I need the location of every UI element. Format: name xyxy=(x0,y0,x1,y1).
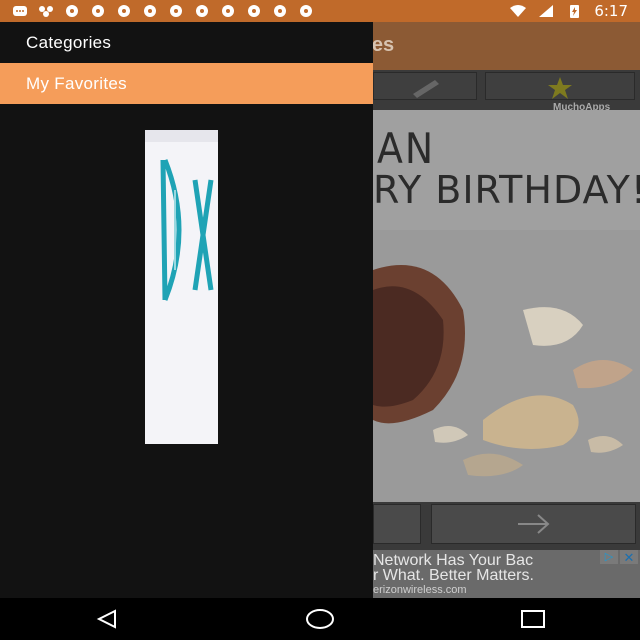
soccer-ball-icon xyxy=(222,5,234,17)
soccer-ball-icon xyxy=(144,5,156,17)
back-icon xyxy=(96,609,116,629)
star-icon xyxy=(548,77,572,99)
navigation-drawer: Categories My Favorites xyxy=(0,22,373,598)
notification-icons xyxy=(12,4,314,18)
home-icon xyxy=(305,609,334,629)
broken-egg-image xyxy=(373,230,640,502)
soccer-ball-icon xyxy=(66,5,78,17)
clock: 6:17 xyxy=(594,2,628,20)
system-navigation-bar xyxy=(0,598,640,640)
soccer-ball-icon xyxy=(196,5,208,17)
next-button[interactable] xyxy=(431,504,636,544)
drawer-item-categories[interactable]: Categories xyxy=(0,22,373,63)
pencil-icon xyxy=(413,80,439,98)
drawer-banner-image xyxy=(145,130,218,444)
card-navigation xyxy=(373,504,640,548)
card-text-line2: RY BIRTHDAY! xyxy=(373,168,640,212)
recents-icon xyxy=(521,610,546,628)
ad-text-line2: r What. Better Matters. xyxy=(373,567,534,584)
signal-icon xyxy=(539,5,554,17)
card-text-line1: AN xyxy=(377,124,436,173)
ad-close-icon[interactable]: ✕ xyxy=(620,550,638,565)
ad-url: erizonwireless.com xyxy=(373,584,467,596)
soccer-ball-icon xyxy=(170,5,182,17)
ad-choices-icon[interactable]: ▷ xyxy=(600,550,618,564)
soccer-ball-icon xyxy=(92,5,104,17)
soccer-ball-icon xyxy=(248,5,260,17)
ad-banner[interactable]: Network Has Your Bac r What. Better Matt… xyxy=(373,550,640,598)
battery-icon xyxy=(570,5,580,18)
wifi-icon xyxy=(510,5,527,17)
soccer-ball-icon xyxy=(274,5,286,17)
soccer-ball-icon xyxy=(118,5,130,17)
share-icon xyxy=(39,6,53,17)
back-button[interactable] xyxy=(87,599,127,639)
home-button[interactable] xyxy=(300,599,340,639)
status-bar: 6:17 xyxy=(0,0,640,22)
soccer-ball-icon xyxy=(300,5,312,17)
edit-tab[interactable] xyxy=(373,72,477,100)
message-icon xyxy=(13,6,27,16)
favorite-tab[interactable] xyxy=(485,72,635,100)
recents-button[interactable] xyxy=(513,599,553,639)
drawer-item-my-favorites[interactable]: My Favorites xyxy=(0,63,373,104)
dx-logo-image xyxy=(145,130,218,444)
system-status: 6:17 xyxy=(510,2,628,20)
arrow-right-icon xyxy=(517,514,549,534)
previous-button[interactable] xyxy=(373,504,421,544)
birthday-card[interactable]: AN RY BIRTHDAY! xyxy=(373,110,640,502)
